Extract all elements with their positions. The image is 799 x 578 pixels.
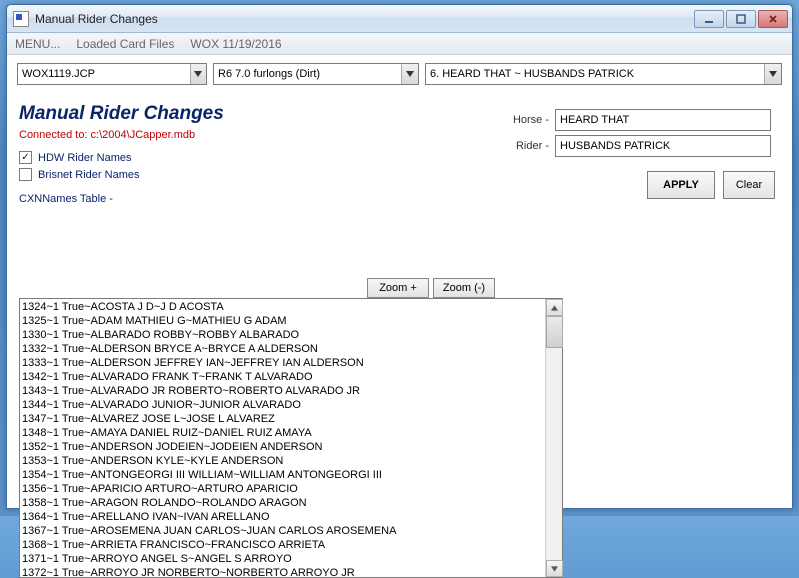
dropdown-arrow-icon[interactable]: [764, 64, 781, 84]
app-icon: [13, 11, 29, 27]
clear-button[interactable]: Clear: [723, 171, 775, 199]
list-item[interactable]: 1353~1 True~ANDERSON KYLE~KYLE ANDERSON: [22, 454, 543, 468]
horse-field-row: Horse -: [499, 109, 771, 131]
rider-input[interactable]: [555, 135, 771, 157]
list-item[interactable]: 1367~1 True~AROSEMENA JUAN CARLOS~JUAN C…: [22, 524, 543, 538]
window-title: Manual Rider Changes: [35, 12, 692, 26]
list-item[interactable]: 1342~1 True~ALVARADO FRANK T~FRANK T ALV…: [22, 370, 543, 384]
hdw-checkbox-label: HDW Rider Names: [38, 152, 132, 164]
list-item[interactable]: 1330~1 True~ALBARADO ROBBY~ROBBY ALBARAD…: [22, 328, 543, 342]
combo-row: [7, 55, 792, 91]
list-item[interactable]: 1344~1 True~ALVARADO JUNIOR~JUNIOR ALVAR…: [22, 398, 543, 412]
scrollbar-thumb[interactable]: [546, 316, 563, 348]
apply-button-label: APPLY: [663, 179, 699, 191]
maximize-button[interactable]: [726, 10, 756, 28]
names-listbox[interactable]: 1324~1 True~ACOSTA J D~J D ACOSTA1325~1 …: [19, 298, 563, 578]
menu-item-menu[interactable]: MENU...: [15, 37, 60, 51]
zoom-out-button[interactable]: Zoom (-): [433, 278, 495, 298]
names-list-items[interactable]: 1324~1 True~ACOSTA J D~J D ACOSTA1325~1 …: [20, 299, 545, 577]
scroll-up-button[interactable]: [546, 299, 563, 316]
list-item[interactable]: 1343~1 True~ALVARADO JR ROBERTO~ROBERTO …: [22, 384, 543, 398]
list-item[interactable]: 1352~1 True~ANDERSON JODEIEN~JODEIEN AND…: [22, 440, 543, 454]
list-item[interactable]: 1372~1 True~ARROYO JR NORBERTO~NORBERTO …: [22, 566, 543, 577]
content-area: Manual Rider Changes Connected to: c:\20…: [7, 91, 792, 508]
hdw-checkbox[interactable]: ✓: [19, 151, 32, 164]
list-item[interactable]: 1332~1 True~ALDERSON BRYCE A~BRYCE A ALD…: [22, 342, 543, 356]
file-combo[interactable]: [17, 63, 207, 85]
list-item[interactable]: 1368~1 True~ARRIETA FRANCISCO~FRANCISCO …: [22, 538, 543, 552]
list-item[interactable]: 1356~1 True~APARICIO ARTURO~ARTURO APARI…: [22, 482, 543, 496]
zoom-in-label: Zoom +: [379, 282, 417, 294]
horse-label: Horse -: [499, 114, 549, 126]
menu-item-loaded-card-files[interactable]: Loaded Card Files: [76, 37, 174, 51]
horse-input[interactable]: [555, 109, 771, 131]
race-combo-value[interactable]: [214, 64, 401, 84]
list-item[interactable]: 1325~1 True~ADAM MATHIEU G~MATHIEU G ADA…: [22, 314, 543, 328]
dropdown-arrow-icon[interactable]: [401, 64, 418, 84]
entry-combo-value[interactable]: [426, 64, 764, 84]
dropdown-arrow-icon[interactable]: [190, 64, 206, 84]
brisnet-checkbox[interactable]: [19, 168, 32, 181]
minimize-button[interactable]: [694, 10, 724, 28]
brisnet-checkbox-label: Brisnet Rider Names: [38, 169, 139, 181]
close-button[interactable]: [758, 10, 788, 28]
race-combo[interactable]: [213, 63, 419, 85]
zoom-out-label: Zoom (-): [443, 282, 485, 294]
scrollbar[interactable]: [545, 299, 562, 577]
entry-combo[interactable]: [425, 63, 782, 85]
scroll-down-button[interactable]: [546, 560, 563, 577]
list-item[interactable]: 1354~1 True~ANTONGEORGI III WILLIAM~WILL…: [22, 468, 543, 482]
list-item[interactable]: 1347~1 True~ALVAREZ JOSE L~JOSE L ALVARE…: [22, 412, 543, 426]
zoom-in-button[interactable]: Zoom +: [367, 278, 429, 298]
titlebar[interactable]: Manual Rider Changes: [7, 5, 792, 33]
zoom-controls: Zoom + Zoom (-): [367, 278, 495, 298]
list-item[interactable]: 1364~1 True~ARELLANO IVAN~IVAN ARELLANO: [22, 510, 543, 524]
list-item[interactable]: 1358~1 True~ARAGON ROLANDO~ROLANDO ARAGO…: [22, 496, 543, 510]
apply-button[interactable]: APPLY: [647, 171, 715, 199]
clear-button-label: Clear: [736, 179, 762, 191]
menubar: MENU... Loaded Card Files WOX 11/19/2016: [7, 33, 792, 55]
rider-label: Rider -: [499, 140, 549, 152]
app-window: Manual Rider Changes MENU... Loaded Card…: [6, 4, 793, 509]
file-combo-value[interactable]: [18, 64, 190, 84]
list-item[interactable]: 1371~1 True~ARROYO ANGEL S~ANGEL S ARROY…: [22, 552, 543, 566]
list-item[interactable]: 1333~1 True~ALDERSON JEFFREY IAN~JEFFREY…: [22, 356, 543, 370]
list-item[interactable]: 1324~1 True~ACOSTA J D~J D ACOSTA: [22, 300, 543, 314]
list-item[interactable]: 1348~1 True~AMAYA DANIEL RUIZ~DANIEL RUI…: [22, 426, 543, 440]
menu-item-date[interactable]: WOX 11/19/2016: [190, 37, 281, 51]
rider-field-row: Rider -: [499, 135, 771, 157]
